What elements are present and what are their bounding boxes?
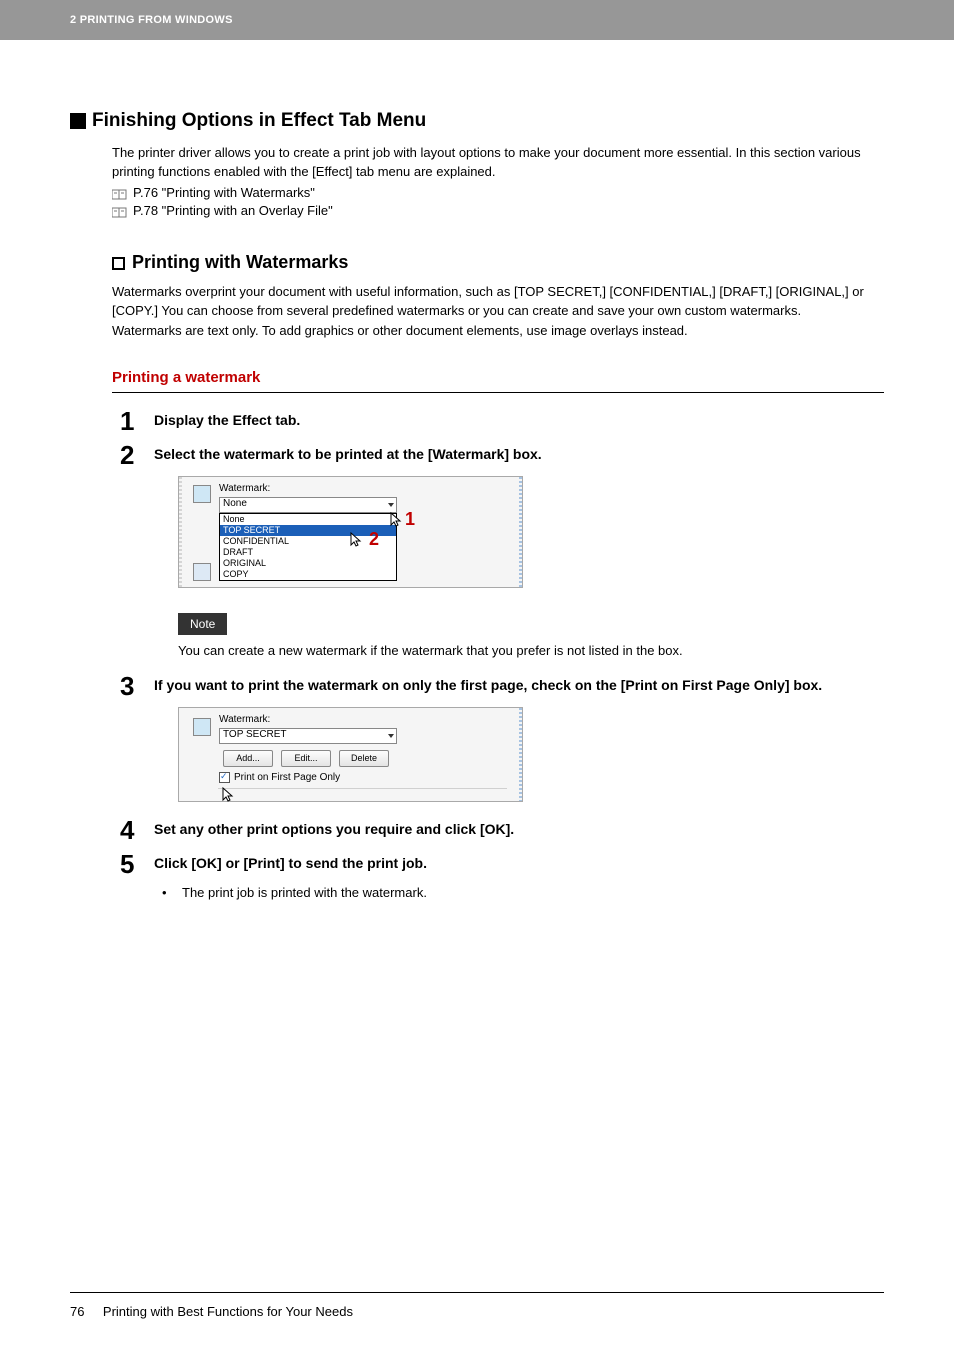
checkbox-label: Print on First Page Only — [234, 772, 340, 783]
screenshot-watermark-checkbox: Watermark: TOP SECRET Add... Edit... Del… — [178, 707, 523, 802]
paragraph-1: Watermarks overprint your document with … — [112, 283, 884, 321]
heading-2-row: Printing with Watermarks — [112, 252, 884, 273]
heading-2: Printing with Watermarks — [132, 252, 348, 273]
print-first-page-checkbox[interactable] — [219, 772, 230, 783]
step-5: 5 Click [OK] or [Print] to send the prin… — [120, 851, 884, 877]
step-text: Display the Effect tab. — [154, 408, 300, 434]
step-text: If you want to print the watermark on on… — [154, 673, 822, 699]
screenshot-2-container: Watermark: TOP SECRET Add... Edit... Del… — [178, 707, 884, 802]
step-number: 5 — [120, 851, 154, 877]
crop-edge — [179, 477, 182, 587]
watermark-select[interactable]: TOP SECRET — [219, 728, 397, 744]
book-icon — [112, 205, 127, 216]
select-value: None — [223, 498, 247, 509]
option-copy[interactable]: COPY — [220, 569, 396, 580]
bullet-text: The print job is printed with the waterm… — [182, 885, 427, 900]
step-text: Click [OK] or [Print] to send the print … — [154, 851, 427, 877]
reference-link-1[interactable]: P.76 "Printing with Watermarks" — [133, 185, 315, 200]
step-2: 2 Select the watermark to be printed at … — [120, 442, 884, 468]
chevron-down-icon — [388, 503, 394, 507]
step-text: Select the watermark to be printed at th… — [154, 442, 542, 468]
option-original[interactable]: ORIGINAL — [220, 558, 396, 569]
select-value: TOP SECRET — [223, 729, 287, 740]
callout-marker-1: 1 — [405, 509, 415, 530]
crop-edge — [519, 477, 522, 587]
page-content: Finishing Options in Effect Tab Menu The… — [0, 110, 954, 900]
print-first-page-row: Print on First Page Only — [219, 772, 340, 783]
chevron-down-icon — [388, 734, 394, 738]
watermark-icon — [193, 485, 211, 503]
watermark-icon — [193, 718, 211, 736]
step-number: 1 — [120, 408, 154, 434]
crop-edge — [519, 708, 522, 801]
divider — [112, 392, 884, 393]
cursor-icon — [349, 531, 365, 552]
watermark-label: Watermark: — [219, 483, 270, 494]
step-text: Set any other print options you require … — [154, 817, 514, 843]
screenshot-1-container: Watermark: None None TOP SECRET CONFIDEN… — [178, 476, 884, 588]
intro-text: The printer driver allows you to create … — [112, 144, 884, 182]
page-header: 2 PRINTING FROM WINDOWS — [0, 0, 954, 40]
footer-divider — [70, 1292, 884, 1293]
footer-title: Printing with Best Functions for Your Ne… — [103, 1304, 353, 1319]
page-number: 76 — [70, 1304, 84, 1319]
section-body: Watermarks overprint your document with … — [112, 283, 884, 342]
bullet-icon: • — [162, 885, 182, 900]
screenshot-watermark-dropdown: Watermark: None None TOP SECRET CONFIDEN… — [178, 476, 523, 588]
note-badge: Note — [178, 613, 227, 635]
book-icon — [112, 187, 127, 198]
cursor-icon — [221, 786, 237, 807]
bullet-row: • The print job is printed with the wate… — [162, 885, 884, 900]
overlay-icon — [193, 563, 211, 581]
watermark-select[interactable]: None — [219, 497, 397, 513]
bullet-square-icon — [70, 113, 86, 129]
callout-marker-2: 2 — [369, 529, 379, 550]
step-number: 2 — [120, 442, 154, 468]
step-4: 4 Set any other print options you requir… — [120, 817, 884, 843]
step-3: 3 If you want to print the watermark on … — [120, 673, 884, 699]
watermark-label: Watermark: — [219, 714, 270, 725]
heading-1-row: Finishing Options in Effect Tab Menu — [70, 110, 884, 132]
page-footer: 76 Printing with Best Functions for Your… — [0, 1292, 954, 1351]
intro-paragraph: The printer driver allows you to create … — [112, 144, 884, 182]
reference-row-1: P.76 "Printing with Watermarks" — [112, 185, 884, 200]
separator-line — [218, 788, 507, 789]
delete-button[interactable]: Delete — [339, 750, 389, 767]
step-number: 4 — [120, 817, 154, 843]
header-title: 2 PRINTING FROM WINDOWS — [70, 14, 233, 26]
cursor-icon — [389, 511, 405, 532]
step-number: 3 — [120, 673, 154, 699]
note-text: You can create a new watermark if the wa… — [178, 643, 884, 658]
reference-link-2[interactable]: P.78 "Printing with an Overlay File" — [133, 203, 333, 218]
paragraph-2: Watermarks are text only. To add graphic… — [112, 322, 884, 341]
option-none[interactable]: None — [220, 514, 396, 525]
add-button[interactable]: Add... — [223, 750, 273, 767]
edit-button[interactable]: Edit... — [281, 750, 331, 767]
hollow-bullet-icon — [112, 257, 125, 270]
reference-row-2: P.78 "Printing with an Overlay File" — [112, 203, 884, 218]
step-1: 1 Display the Effect tab. — [120, 408, 884, 434]
heading-3: Printing a watermark — [112, 369, 884, 386]
heading-1: Finishing Options in Effect Tab Menu — [92, 110, 426, 132]
